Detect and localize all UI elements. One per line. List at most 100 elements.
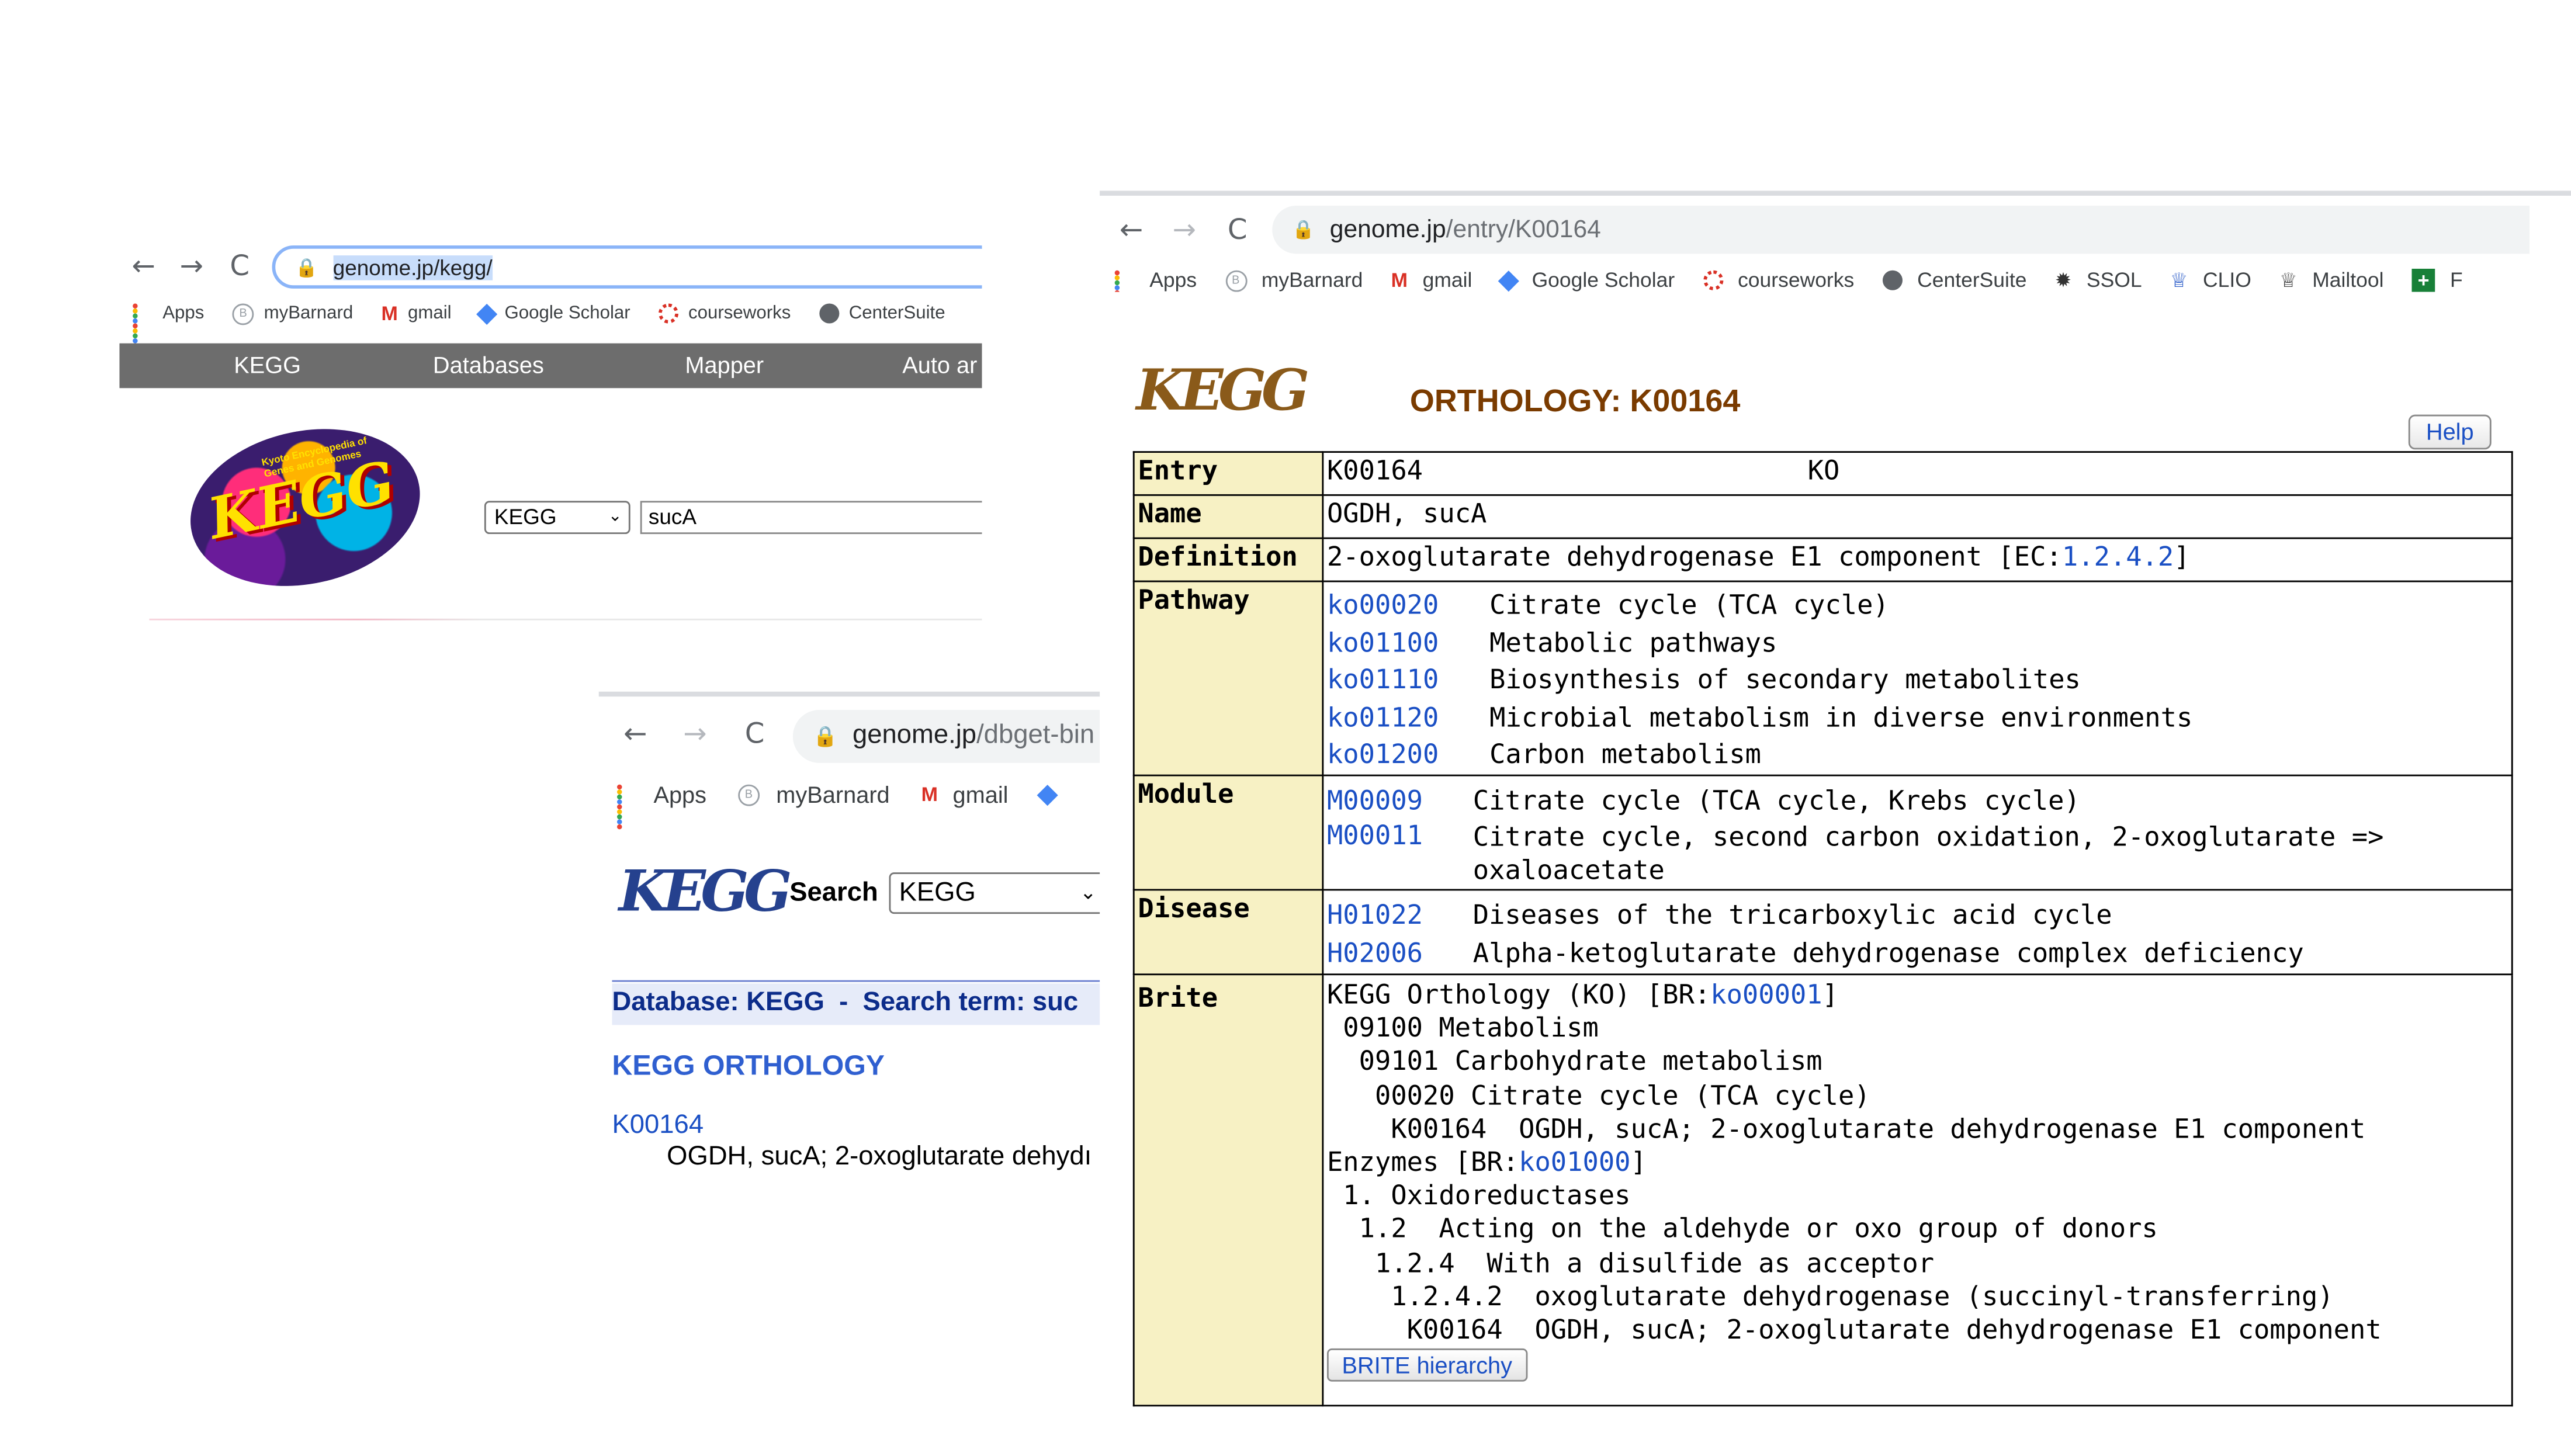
bookmark-apps[interactable]: Apps <box>1114 269 1197 292</box>
bookmark-label: Google Scholar <box>504 303 630 324</box>
brite-link[interactable]: ko01000 <box>1519 1146 1630 1177</box>
reload-icon[interactable]: C <box>725 718 785 751</box>
back-icon[interactable]: ← <box>1105 214 1158 247</box>
help-button[interactable]: Help <box>2408 414 2492 450</box>
brite-line: 09101 Carbohydrate metabolism <box>1326 1045 1822 1077</box>
page-title: ORTHOLOGY: K00164 <box>1409 384 1741 420</box>
reload-icon[interactable]: C <box>216 251 264 284</box>
centersuite-icon <box>1882 270 1903 290</box>
help-label: Help <box>2426 418 2474 445</box>
bookmark-google-scholar[interactable]: Google Scholar <box>1497 269 1675 292</box>
ec-link[interactable]: 1.2.4.2 <box>2062 540 2174 572</box>
bookmark-mybarnard[interactable]: BmyBarnard <box>232 303 353 324</box>
pathway-desc: Biosynthesis of secondary metabolites <box>1489 664 2081 695</box>
disease-item: H02006 Alpha-ketoglutarate dehydrogenase … <box>1327 934 2508 972</box>
forward-icon[interactable]: → <box>1158 214 1211 247</box>
entry-label: Entry <box>1132 451 1324 496</box>
bookmark-gmail[interactable]: Mgmail <box>921 781 1009 807</box>
bookmark-mybarnard[interactable]: BmyBarnard <box>737 781 890 807</box>
mybarnard-icon: B <box>232 303 254 324</box>
pathway-link[interactable]: ko01200 <box>1327 737 1489 774</box>
pathway-link[interactable]: ko01110 <box>1327 662 1489 699</box>
name-value: OGDH, sucA <box>1322 494 2513 539</box>
bookmark-courseworks[interactable]: courseworks <box>1703 269 1854 292</box>
name-row: Name OGDH, sucA <box>1132 494 2513 539</box>
lock-icon: 🔒 <box>1292 220 1315 241</box>
brite-link[interactable]: ko00001 <box>1710 979 1822 1010</box>
definition-text: 2-oxoglutarate dehydrogenase E1 componen… <box>1326 540 2062 573</box>
menu-databases[interactable]: Databases <box>433 352 544 378</box>
back-icon[interactable]: ← <box>119 251 167 284</box>
result-link[interactable]: K00164 <box>612 1111 704 1141</box>
bookmarks-bar: Apps BmyBarnard Mgmail Google Scholar co… <box>133 302 973 349</box>
menu-auto[interactable]: Auto ar <box>902 352 977 378</box>
pathway-link[interactable]: ko01120 <box>1327 699 1489 737</box>
reload-icon[interactable]: C <box>1211 214 1264 247</box>
menu-kegg[interactable]: KEGG <box>234 352 301 378</box>
db-select-value: KEGG <box>494 504 557 529</box>
bookmark-apps[interactable]: Apps <box>133 303 205 349</box>
brite-line: 1. Oxidoreductases <box>1326 1179 1631 1211</box>
address-bar[interactable]: 🔒 genome.jp/dbget-bin <box>792 709 1101 763</box>
bookmark-label: Apps <box>653 781 707 808</box>
lock-icon: 🔒 <box>295 258 318 278</box>
google-scholar-icon <box>1497 269 1519 291</box>
module-link[interactable]: M00011 <box>1327 819 1473 887</box>
back-icon[interactable]: ← <box>605 718 665 751</box>
entry-value: K00164 KO <box>1322 451 2513 496</box>
definition-row: Definition 2-oxoglutarate dehydrogenase … <box>1132 537 2513 583</box>
url-host: genome.jp <box>1329 216 1446 244</box>
apps-icon <box>133 303 153 349</box>
url-text[interactable]: genome.jp/kegg/ <box>332 254 493 280</box>
forward-icon[interactable]: → <box>168 251 216 284</box>
pathway-item: ko01200 Carbon metabolism <box>1327 737 2508 774</box>
menu-mapper[interactable]: Mapper <box>685 352 764 378</box>
brite-line: K00164 OGDH, sucA; 2-oxoglutarate dehydr… <box>1326 1112 2366 1145</box>
bookmark-label: Apps <box>162 303 205 324</box>
bookmark-mailtool[interactable]: ♕ Mailtool <box>2279 269 2383 292</box>
module-link[interactable]: M00009 <box>1327 781 1473 819</box>
search-label: Search <box>789 879 878 907</box>
gmail-icon: M <box>381 301 398 325</box>
kegg-home-window: ← → C 🔒 genome.jp/kegg/ Apps BmyBarnard … <box>119 232 982 630</box>
bookmark-courseworks[interactable]: courseworks <box>658 303 791 324</box>
disease-link[interactable]: H01022 <box>1327 896 1473 934</box>
bookmark-google-scholar[interactable] <box>1037 784 1065 805</box>
bookmark-centersuite[interactable]: CenterSuite <box>819 303 945 324</box>
url-path: /dbget-bin <box>976 721 1095 750</box>
bookmark-mybarnard[interactable]: BmyBarnard <box>1225 269 1363 292</box>
search-input[interactable]: sucA <box>640 501 982 535</box>
disease-row: Disease H01022 Diseases of the tricarboxy… <box>1132 889 2513 976</box>
bookmark-clio[interactable]: ♕ CLIO <box>2170 269 2251 292</box>
kegg-logo: KEGG Kyoto Encyclopedia of Genes and Gen… <box>175 408 435 606</box>
bookmark-gmail[interactable]: Mgmail <box>382 302 452 325</box>
crown-icon: ♕ <box>2170 268 2188 292</box>
bookmark-centersuite[interactable]: CenterSuite <box>1882 269 2027 292</box>
pathway-desc: Metabolic pathways <box>1489 626 1777 658</box>
bookmark-gmail[interactable]: Mgmail <box>1391 269 1472 292</box>
pathway-item: ko01120 Microbial metabolism in diverse e… <box>1327 699 2508 737</box>
disease-link[interactable]: H02006 <box>1327 934 1473 972</box>
pathway-item: ko00020 Citrate cycle (TCA cycle) <box>1327 587 2508 625</box>
mybarnard-icon: B <box>1225 269 1247 292</box>
centersuite-icon <box>819 303 839 324</box>
pathway-link[interactable]: ko00020 <box>1327 587 1489 625</box>
forward-icon[interactable]: → <box>665 718 725 751</box>
address-bar[interactable]: 🔒 genome.jp/kegg/ <box>272 245 982 289</box>
pathway-link[interactable]: ko01100 <box>1327 625 1489 662</box>
pathway-label: Pathway <box>1132 580 1324 776</box>
bookmark-ssol[interactable]: ✹ SSOL <box>2055 269 2142 292</box>
bookmark-f[interactable]: + F <box>2411 268 2463 292</box>
result-description: OGDH, sucA; 2-oxoglutarate dehydı <box>667 1142 1092 1171</box>
mybarnard-icon: B <box>737 784 760 806</box>
address-bar[interactable]: 🔒 genome.jp/entry/K00164 <box>1272 205 2530 254</box>
brite-hierarchy-button[interactable]: BRITE hierarchy <box>1326 1348 1527 1382</box>
module-desc: Citrate cycle, second carbon oxidation, … <box>1472 821 2384 886</box>
courseworks-icon <box>658 303 679 324</box>
section-title: KEGG ORTHOLOGY <box>612 1049 885 1081</box>
results-header-text: Database: KEGG - Search term: suc <box>612 988 1079 1017</box>
db-select[interactable]: KEGG ⌄ <box>889 872 1101 914</box>
db-select[interactable]: KEGG ⌄ <box>484 501 630 535</box>
bookmark-apps[interactable]: Apps <box>616 781 707 830</box>
bookmark-google-scholar[interactable]: Google Scholar <box>476 303 630 324</box>
